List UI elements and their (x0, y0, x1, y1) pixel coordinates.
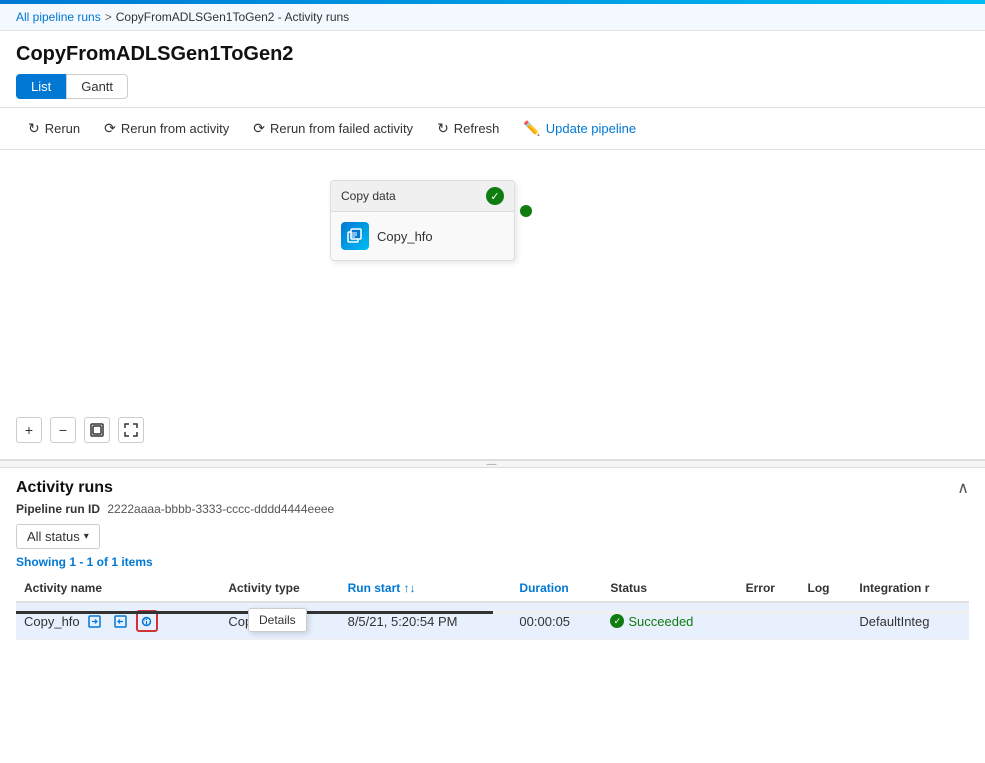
section-header: Activity runs ∧ (16, 468, 969, 502)
breadcrumb-current: CopyFromADLSGen1ToGen2 - Activity runs (116, 10, 349, 24)
rerun-from-activity-button[interactable]: ⟳ Rerun from activity (92, 114, 241, 143)
rerun-icon: ↻ (28, 120, 40, 137)
breadcrumb-link[interactable]: All pipeline runs (16, 10, 101, 24)
expand-view-button[interactable] (118, 417, 144, 443)
sort-icon: ↑↓ (404, 581, 416, 595)
activity-runs-section: Activity runs ∧ Pipeline run ID 2222aaaa… (0, 468, 985, 640)
cell-integration: DefaultInteg (851, 602, 969, 640)
progress-track (16, 611, 969, 614)
runs-table-container: Activity name Activity type Run start ↑↓… (16, 575, 969, 640)
pipeline-id-row: Pipeline run ID 2222aaaa-bbbb-3333-cccc-… (16, 502, 969, 516)
list-toggle-btn[interactable]: List (16, 74, 66, 99)
status-success: ✓ Succeeded (610, 614, 729, 629)
breadcrumb-separator: > (105, 10, 112, 24)
refresh-button[interactable]: ↻ Refresh (425, 114, 511, 143)
dropdown-chevron-icon: ▾ (84, 531, 89, 542)
divider-handle[interactable]: — (0, 460, 985, 468)
activity-card-type: Copy data (341, 189, 396, 203)
copy-activity-icon (341, 222, 369, 250)
cell-duration: 00:00:05 (511, 602, 602, 640)
table-row[interactable]: Copy_hfo (16, 602, 969, 640)
toolbar: ↻ Rerun ⟳ Rerun from activity ⟳ Rerun fr… (0, 107, 985, 150)
edit-icon: ✏️ (523, 120, 540, 137)
col-error: Error (738, 575, 800, 602)
runs-table: Activity name Activity type Run start ↑↓… (16, 575, 969, 640)
rerun-from-failed-icon: ⟳ (253, 120, 265, 137)
divider-indicator: — (487, 459, 499, 470)
view-toggle-group: List Gantt (0, 74, 985, 107)
refresh-icon: ↻ (437, 120, 449, 137)
cell-log (800, 602, 852, 640)
col-duration[interactable]: Duration (511, 575, 602, 602)
page-title: CopyFromADLSGen1ToGen2 (0, 31, 985, 74)
cell-status: ✓ Succeeded (602, 602, 737, 640)
pipeline-id-value: 2222aaaa-bbbb-3333-cccc-dddd4444eeee (107, 502, 334, 516)
zoom-out-button[interactable]: − (50, 417, 76, 443)
status-dot: ✓ (610, 614, 624, 628)
gantt-toggle-btn[interactable]: Gantt (66, 74, 128, 99)
activity-card-name: Copy_hfo (377, 229, 433, 244)
table-header: Activity name Activity type Run start ↑↓… (16, 575, 969, 602)
fit-view-button[interactable] (84, 417, 110, 443)
activity-card-body: Copy_hfo (331, 212, 514, 260)
activity-card[interactable]: Copy data ✓ Copy_hfo (330, 180, 515, 261)
canvas-success-indicator (520, 205, 532, 217)
col-activity-name: Activity name (16, 575, 220, 602)
collapse-button[interactable]: ∧ (957, 478, 969, 498)
activity-card-header: Copy data ✓ (331, 181, 514, 212)
cell-error (738, 602, 800, 640)
cell-activity-name: Copy_hfo (16, 602, 220, 640)
col-integration: Integration r (851, 575, 969, 602)
rerun-from-failed-button[interactable]: ⟳ Rerun from failed activity (241, 114, 425, 143)
showing-count: Showing 1 - 1 of 1 items (16, 555, 969, 569)
filter-label: All status (27, 529, 80, 544)
details-tooltip: Details (248, 608, 307, 632)
col-activity-type: Activity type (220, 575, 339, 602)
pipeline-id-label: Pipeline run ID (16, 502, 100, 516)
col-status: Status (602, 575, 737, 602)
breadcrumb: All pipeline runs > CopyFromADLSGen1ToGe… (0, 4, 985, 31)
col-run-start[interactable]: Run start ↑↓ (340, 575, 512, 602)
col-log: Log (800, 575, 852, 602)
table-body: Copy_hfo (16, 602, 969, 640)
pipeline-canvas: Copy data ✓ Copy_hfo + − (0, 150, 985, 460)
activity-card-success-icon: ✓ (486, 187, 504, 205)
filter-row: All status ▾ (16, 524, 969, 549)
cell-run-start: 8/5/21, 5:20:54 PM (340, 602, 512, 640)
zoom-in-button[interactable]: + (16, 417, 42, 443)
canvas-controls: + − (16, 417, 144, 443)
status-filter[interactable]: All status ▾ (16, 524, 100, 549)
rerun-from-activity-icon: ⟳ (104, 120, 116, 137)
update-pipeline-button[interactable]: ✏️ Update pipeline (511, 114, 648, 143)
rerun-button[interactable]: ↻ Rerun (16, 114, 92, 143)
section-title: Activity runs (16, 479, 113, 497)
